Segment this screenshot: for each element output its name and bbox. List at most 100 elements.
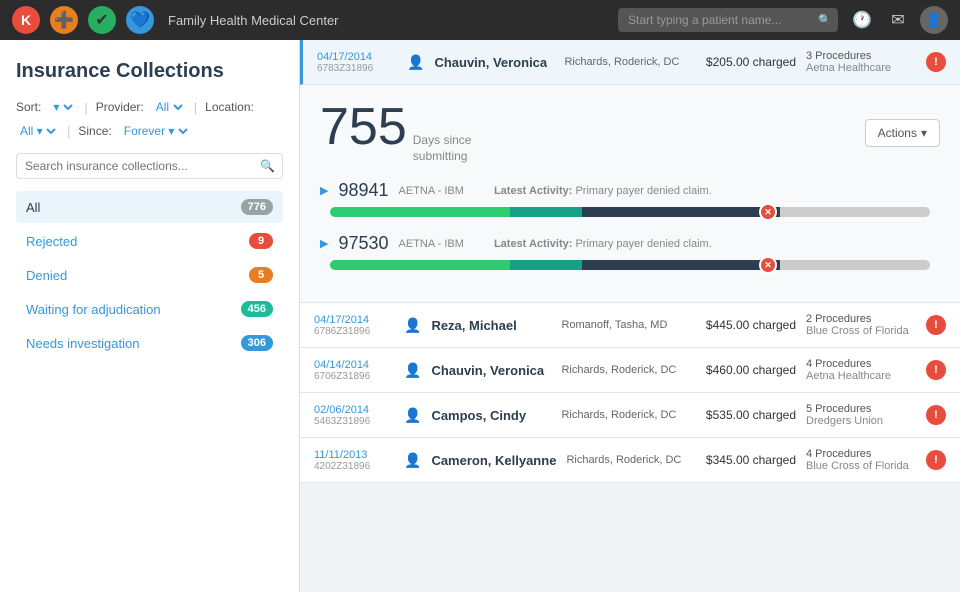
sidebar-nav: All 776 Rejected 9 Denied 5 Waiting for … <box>16 191 283 359</box>
patient-date: 04/17/2014 <box>317 51 397 63</box>
insurer-2: Dredgers Union <box>806 415 916 427</box>
sidebar-item-all[interactable]: All 776 <box>16 191 283 223</box>
nav-icon-green[interactable]: ✔ <box>88 6 116 34</box>
patient-search-input[interactable] <box>618 8 838 32</box>
patient-list: 04/17/2014 6786Z31896 👤 Reza, Michael Ro… <box>300 303 960 483</box>
patient-row[interactable]: 11/11/2013 4202Z31896 👤 Cameron, Kellyan… <box>300 438 960 483</box>
claim-payer-1: AETNA - IBM <box>399 185 464 197</box>
sort-label: Sort: <box>16 100 41 114</box>
claim-activity-1: Latest Activity: Primary payer denied cl… <box>494 185 712 197</box>
claim-expand-icon-1[interactable]: ▶ <box>320 184 328 197</box>
proc-count-3: 4 Procedures <box>806 448 916 460</box>
sidebar-label-denied: Denied <box>26 268 67 283</box>
patient-row[interactable]: 02/06/2014 5463Z31896 👤 Campos, Cindy Ri… <box>300 393 960 438</box>
charged-1: $460.00 charged <box>706 363 796 377</box>
progress-dark-1 <box>582 207 780 217</box>
sidebar-item-waiting[interactable]: Waiting for adjudication 456 <box>16 293 283 325</box>
since-label: Since: <box>78 124 111 138</box>
proc-count-2: 5 Procedures <box>806 403 916 415</box>
sidebar-label-waiting: Waiting for adjudication <box>26 302 161 317</box>
location-label: Location: <box>205 100 254 114</box>
name-0: Reza, Michael <box>431 318 551 333</box>
sidebar: Insurance Collections Sort: ▾ | Provider… <box>0 40 300 592</box>
charged-0: $445.00 charged <box>706 318 796 332</box>
person-icon-1: 👤 <box>404 362 421 379</box>
insurer-3: Blue Cross of Florida <box>806 460 916 472</box>
progress-green-1 <box>330 207 510 217</box>
date-3: 11/11/2013 <box>314 449 394 461</box>
sidebar-label-rejected: Rejected <box>26 234 77 249</box>
search-icon: 🔍 <box>260 159 275 173</box>
patient-row[interactable]: 04/14/2014 6706Z31896 👤 Chauvin, Veronic… <box>300 348 960 393</box>
alert-icon-2: ! <box>926 405 946 425</box>
progress-green-2 <box>330 260 510 270</box>
actions-button[interactable]: Actions ▾ <box>865 119 940 147</box>
topnav-right-icons: 🕐 ✉ 👤 <box>848 6 948 34</box>
chevron-down-icon: ▾ <box>921 126 927 140</box>
sort-select[interactable]: ▾ <box>49 99 76 115</box>
badge-denied: 5 <box>249 267 273 283</box>
badge-all: 776 <box>241 199 273 215</box>
charged-2: $535.00 charged <box>706 408 796 422</box>
claim-activity-2: Latest Activity: Primary payer denied cl… <box>494 238 712 250</box>
alert-icon-0: ! <box>926 315 946 335</box>
progress-bar-2: ✕ <box>330 260 930 270</box>
claim-item-2: ▶ 97530 AETNA - IBM Latest Activity: Pri… <box>320 233 940 270</box>
procedures-info-0: 2 Procedures Blue Cross of Florida <box>806 313 916 337</box>
provider-select[interactable]: All <box>152 99 186 115</box>
procedures-info-3: 4 Procedures Blue Cross of Florida <box>806 448 916 472</box>
page-title: Insurance Collections <box>16 60 283 83</box>
filter-bar: Sort: ▾ | Provider: All | Location: All … <box>16 99 283 139</box>
days-header: 755 Days since submitting Actions ▾ <box>320 101 940 164</box>
alert-icon-3: ! <box>926 450 946 470</box>
claim-item-1: ▶ 98941 AETNA - IBM Latest Activity: Pri… <box>320 180 940 217</box>
selected-patient-name: Chauvin, Veronica <box>434 55 554 70</box>
sidebar-item-rejected[interactable]: Rejected 9 <box>16 225 283 257</box>
claim-expand-icon-2[interactable]: ▶ <box>320 237 328 250</box>
claim-payer-2: AETNA - IBM <box>399 238 464 250</box>
insurer-1: Aetna Healthcare <box>806 370 916 382</box>
selected-patient-provider: Richards, Roderick, DC <box>564 56 695 68</box>
progress-teal-2 <box>510 260 582 270</box>
patient-date-id-2: 02/06/2014 5463Z31896 <box>314 404 394 427</box>
patient-date-id-1: 04/14/2014 6706Z31896 <box>314 359 394 382</box>
date-1: 04/14/2014 <box>314 359 394 371</box>
nav-icon-orange[interactable]: ➕ <box>50 6 78 34</box>
since-select[interactable]: Forever ▾ <box>120 123 191 139</box>
provider-label: Provider: <box>96 100 144 114</box>
collections-search-input[interactable] <box>16 153 283 179</box>
user-avatar[interactable]: 👤 <box>920 6 948 34</box>
id-3: 4202Z31896 <box>314 461 394 472</box>
alert-icon: ! <box>926 52 946 72</box>
days-number: 755 <box>320 101 407 153</box>
nav-icon-blue[interactable]: 💙 <box>126 6 154 34</box>
selected-patient-row[interactable]: 04/17/2014 6783Z31896 👤 Chauvin, Veronic… <box>300 40 960 85</box>
badge-investigation: 306 <box>241 335 273 351</box>
id-2: 5463Z31896 <box>314 416 394 427</box>
sidebar-item-investigation[interactable]: Needs investigation 306 <box>16 327 283 359</box>
procedures-info-1: 4 Procedures Aetna Healthcare <box>806 358 916 382</box>
name-3: Cameron, Kellyanne <box>431 453 556 468</box>
id-0: 6786Z31896 <box>314 326 394 337</box>
date-2: 02/06/2014 <box>314 404 394 416</box>
badge-rejected: 9 <box>249 233 273 249</box>
patient-row[interactable]: 04/17/2014 6786Z31896 👤 Reza, Michael Ro… <box>300 303 960 348</box>
progress-dark-2 <box>582 260 780 270</box>
provider-0: Romanoff, Tasha, MD <box>561 319 695 331</box>
history-icon[interactable]: 🕐 <box>848 6 876 34</box>
charged-3: $345.00 charged <box>706 453 796 467</box>
selected-patient-procedures: 3 Procedures Aetna Healthcare <box>806 50 916 74</box>
location-select[interactable]: All ▾ <box>16 123 59 139</box>
filter-divider-1: | <box>84 100 87 115</box>
logo: K <box>12 6 40 34</box>
provider-3: Richards, Roderick, DC <box>566 454 695 466</box>
sidebar-item-denied[interactable]: Denied 5 <box>16 259 283 291</box>
name-1: Chauvin, Veronica <box>431 363 551 378</box>
sidebar-label-investigation: Needs investigation <box>26 336 139 351</box>
claim-header-1: ▶ 98941 AETNA - IBM Latest Activity: Pri… <box>320 180 940 201</box>
procedures-count: 3 Procedures <box>806 50 916 62</box>
messages-icon[interactable]: ✉ <box>884 6 912 34</box>
expanded-panel: 755 Days since submitting Actions ▾ ▶ 98… <box>300 85 960 303</box>
patient-date-id-3: 11/11/2013 4202Z31896 <box>314 449 394 472</box>
progress-gray-1 <box>780 207 930 217</box>
